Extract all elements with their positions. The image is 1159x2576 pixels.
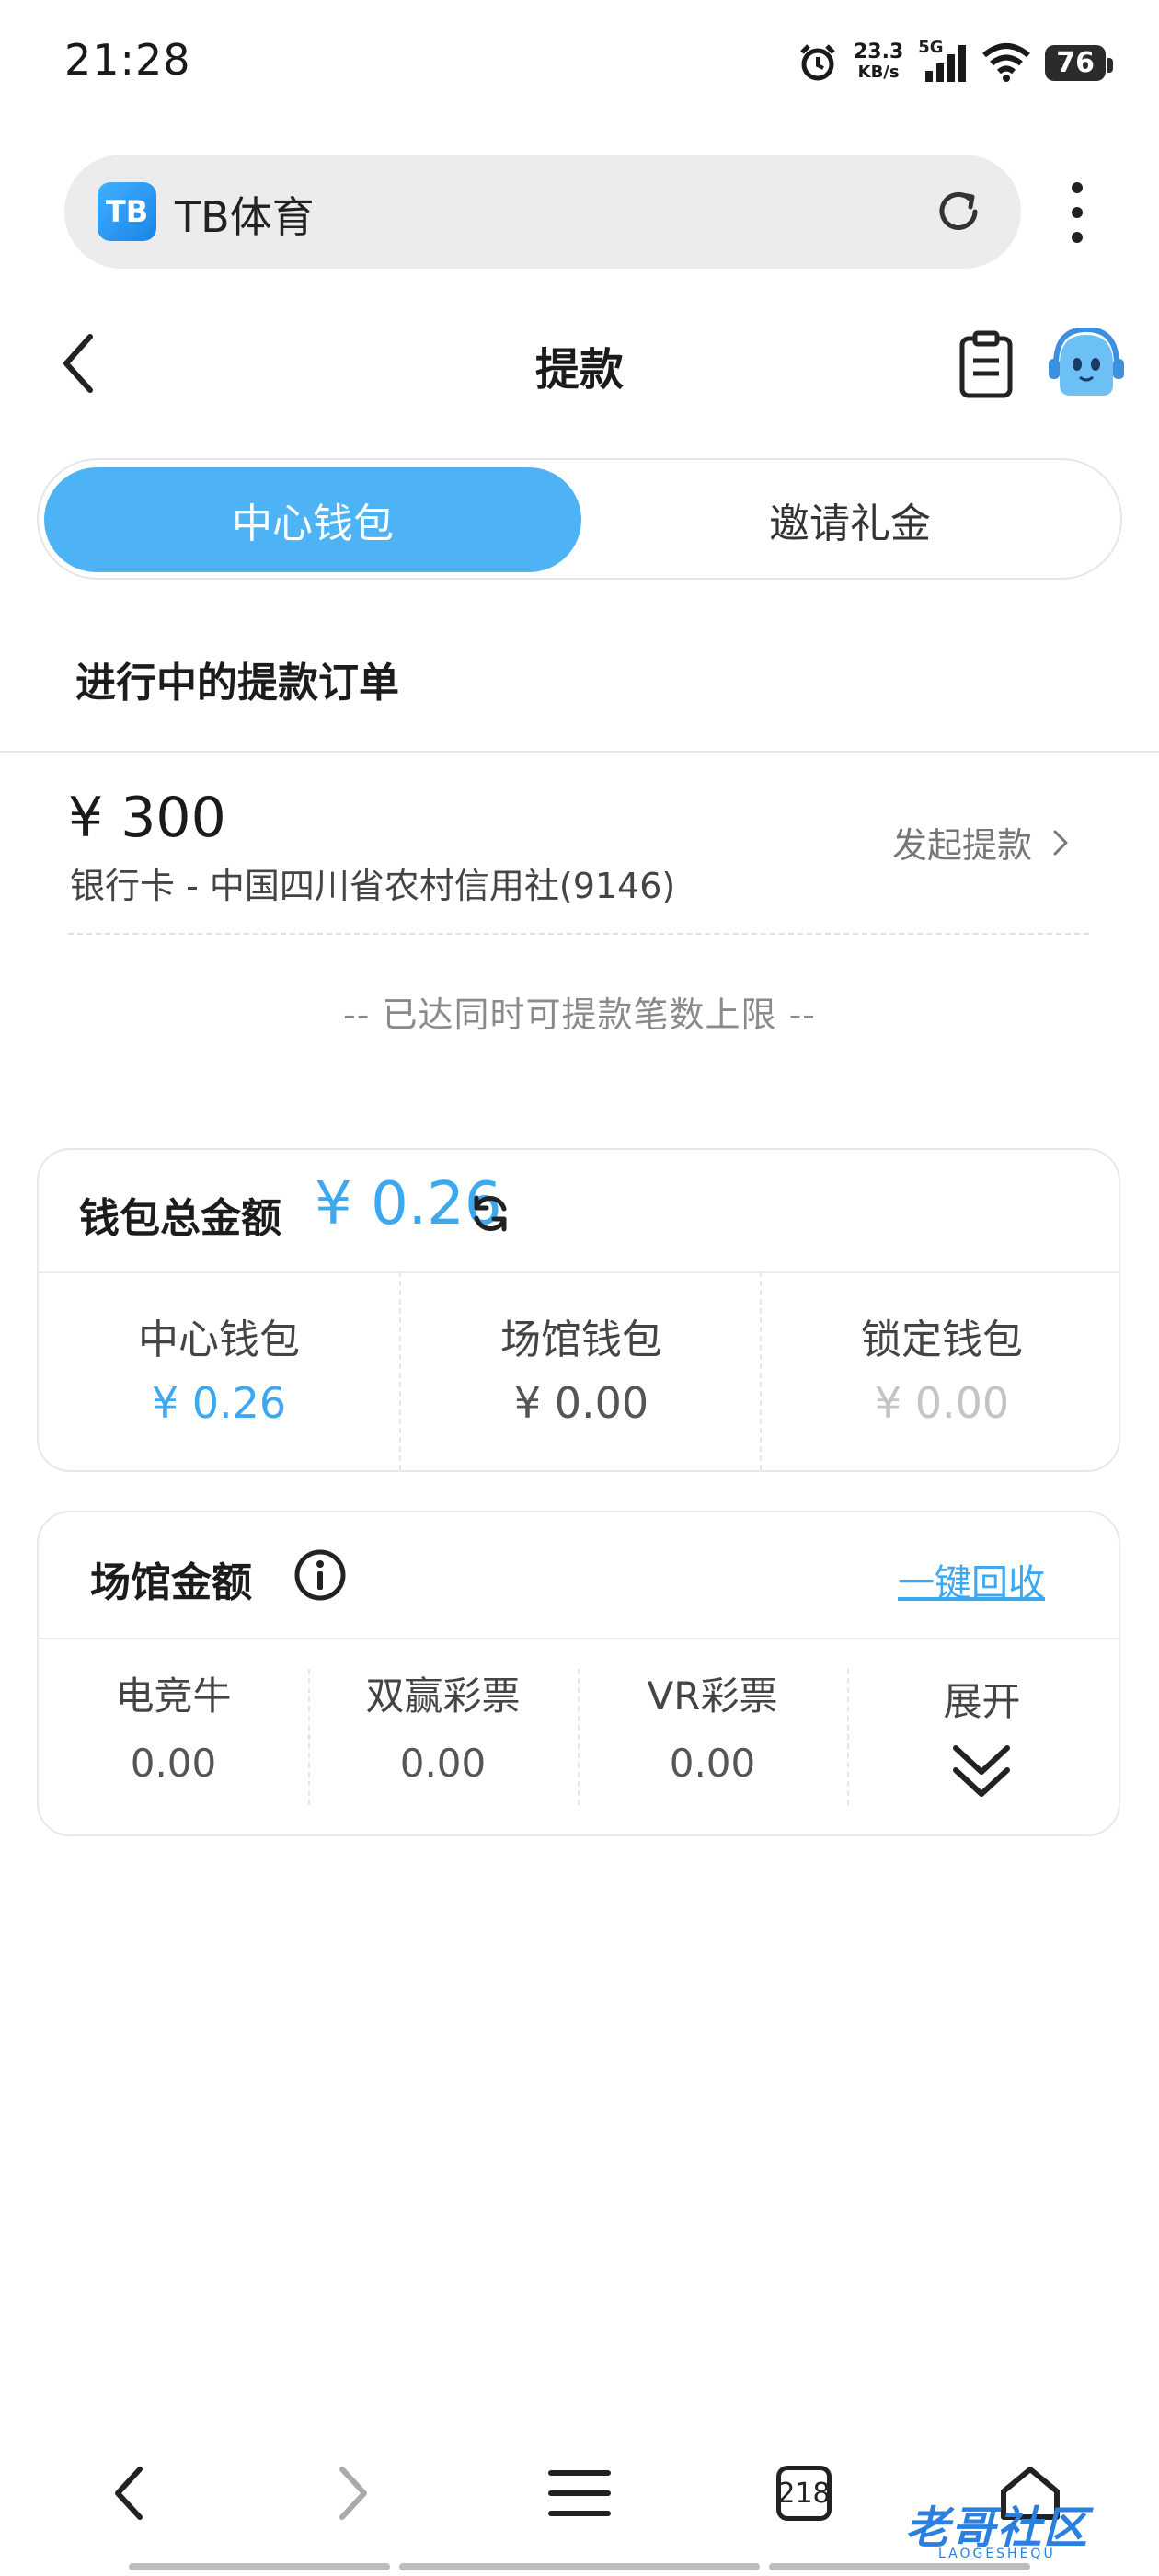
gesture-bar [769,2563,1030,2570]
address-bar[interactable]: TB TB体育 [64,155,1021,269]
venue-cell-vr-lottery: VR彩票 0.00 [578,1638,847,1834]
venue-cell-name: 电竞牛 [115,1673,232,1719]
network-type: 5G [918,38,944,57]
wifi-icon [982,43,1031,82]
wallet-cell-name: 场馆钱包 [500,1317,662,1363]
nav-forward-button[interactable] [307,2447,399,2539]
chevron-left-icon [115,2467,143,2520]
site-title: TB体育 [175,192,315,242]
withdraw-limit-note: -- 已达同时可提款笔数上限 -- [342,995,816,1035]
more-menu-icon[interactable] [1063,180,1091,245]
venue-cell-value: 0.00 [130,1741,217,1786]
venue-card: 场馆金额 一键回收 电竞牛 0.00 双赢彩票 0.00 VR彩票 0.00 展… [37,1511,1120,1836]
nav-back-button[interactable] [83,2447,175,2539]
reload-icon[interactable] [929,182,988,241]
order-divider [68,933,1089,935]
expand-button[interactable]: 展开 [847,1638,1117,1834]
wallet-cell-center: 中心钱包 ¥ 0.26 [39,1271,399,1470]
wallet-total-label: 钱包总金额 [79,1195,281,1242]
tab-center-wallet[interactable]: 中心钱包 [44,467,581,572]
battery-icon: 76 [1045,44,1113,81]
order-amount: ¥ 300 [68,786,226,850]
venue-amount-label: 场馆金额 [90,1559,252,1606]
venue-cell-value: 0.00 [669,1741,756,1786]
net-speed: 23.3 KB/s [854,42,903,83]
wallet-cell-name: 中心钱包 [138,1317,300,1363]
wallet-cell-value: ¥ 0.00 [513,1378,649,1428]
venue-header: 场馆金额 一键回收 [39,1512,1119,1639]
wallet-cell-venue: 场馆钱包 ¥ 0.00 [399,1271,762,1470]
venue-cell-name: 双赢彩票 [365,1673,521,1719]
venue-cell-esports: 电竞牛 0.00 [39,1638,308,1834]
double-chevron-down-icon [953,1745,1010,1797]
net-speed-value: 23.3 [853,40,904,63]
signal-icon: 5G [918,38,968,84]
status-time: 21:28 [64,35,191,85]
chevron-right-icon [1053,830,1068,855]
wallet-cell-name: 锁定钱包 [861,1317,1023,1363]
tab-count: 218 [776,2466,832,2521]
venue-cell-name: VR彩票 [647,1673,778,1719]
expand-label: 展开 [943,1679,1021,1724]
gesture-bar [399,2563,760,2570]
venue-cell-shuangying: 双赢彩票 0.00 [308,1638,578,1834]
site-favicon: TB [98,182,156,241]
wallet-tabs: 中心钱包 邀请礼金 [37,458,1122,580]
start-withdraw-button[interactable]: 发起提款 [892,817,1069,868]
wallet-card: 钱包总金额 ¥ 0.26 中心钱包 ¥ 0.26 场馆钱包 ¥ 0.00 锁定钱… [37,1148,1120,1472]
order-bank-account: 银行卡 - 中国四川省农村信用社(9146) [70,866,676,906]
nav-menu-button[interactable] [534,2447,625,2539]
wallet-cell-locked: 锁定钱包 ¥ 0.00 [760,1271,1122,1470]
wallet-cell-value: ¥ 0.26 [151,1378,287,1428]
nav-tabs-button[interactable]: 218 [758,2447,850,2539]
one-click-recover-link[interactable]: 一键回收 [898,1553,1045,1606]
venue-cell-value: 0.00 [399,1741,487,1786]
wallet-header: 钱包总金额 ¥ 0.26 [39,1150,1119,1273]
start-withdraw-label: 发起提款 [891,825,1032,866]
info-icon[interactable] [293,1547,348,1603]
orders-section-title: 进行中的提款订单 [75,660,399,707]
refresh-icon[interactable] [467,1190,513,1236]
status-icons: 23.3 KB/s 5G 76 [797,37,1113,88]
hamburger-icon [548,2470,611,2516]
alarm-icon [800,44,835,81]
net-speed-unit: KB/s [857,63,900,82]
section-divider [0,751,1159,753]
wallet-cell-value: ¥ 0.00 [874,1378,1010,1428]
clipboard-icon[interactable] [957,329,1016,399]
chevron-right-icon [339,2467,367,2520]
watermark-subtext: LAOGESHEQU [938,2547,1056,2561]
gesture-bar [129,2563,390,2570]
customer-service-icon[interactable] [1047,328,1126,401]
tab-invite-bonus[interactable]: 邀请礼金 [581,467,1119,572]
